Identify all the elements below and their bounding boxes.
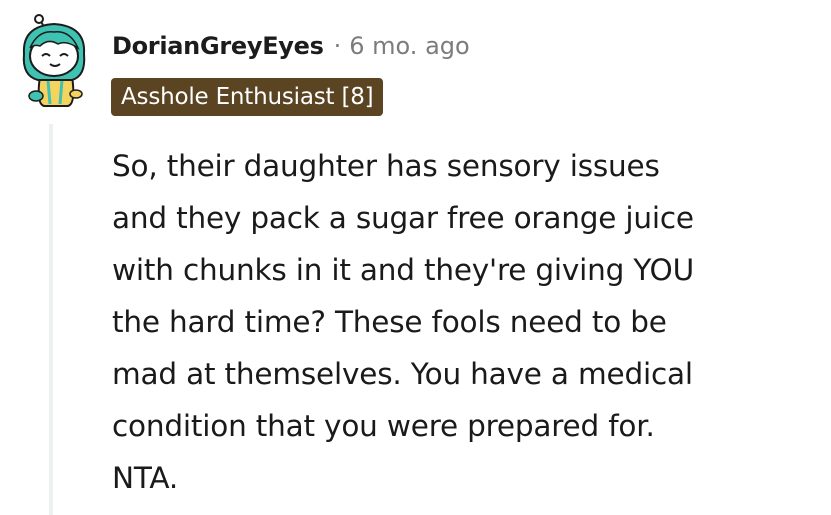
comment-body: So, their daughter has sensory issues an… — [112, 140, 812, 504]
user-flair-text: Asshole Enthusiast [8] — [121, 84, 374, 110]
user-flair-badge: Asshole Enthusiast [8] — [111, 78, 384, 116]
comment-body-line: condition that you were prepared for. — [112, 409, 655, 443]
user-avatar[interactable] — [14, 14, 96, 110]
thread-collapse-line[interactable] — [49, 124, 53, 515]
comment-body-line: and they pack a sugar free orange juice — [112, 201, 694, 235]
comment-body-line: So, their daughter has sensory issues — [112, 149, 660, 183]
comment-meta: DorianGreyEyes · 6 mo. ago — [112, 28, 470, 64]
username-link[interactable]: DorianGreyEyes — [112, 32, 324, 60]
comment-body-line: NTA. — [112, 461, 179, 495]
comment-body-line: with chunks in it and they're giving YOU — [112, 253, 694, 287]
comment-body-line: mad at themselves. You have a medical — [112, 357, 693, 391]
meta-separator: · — [333, 32, 342, 60]
timestamp-link[interactable]: 6 mo. ago — [349, 32, 469, 60]
comment-body-line: the hard time? These fools need to be — [112, 305, 667, 339]
comment: DorianGreyEyes · 6 mo. ago Asshole Enthu… — [0, 0, 831, 515]
snoo-avatar-icon — [22, 14, 86, 107]
